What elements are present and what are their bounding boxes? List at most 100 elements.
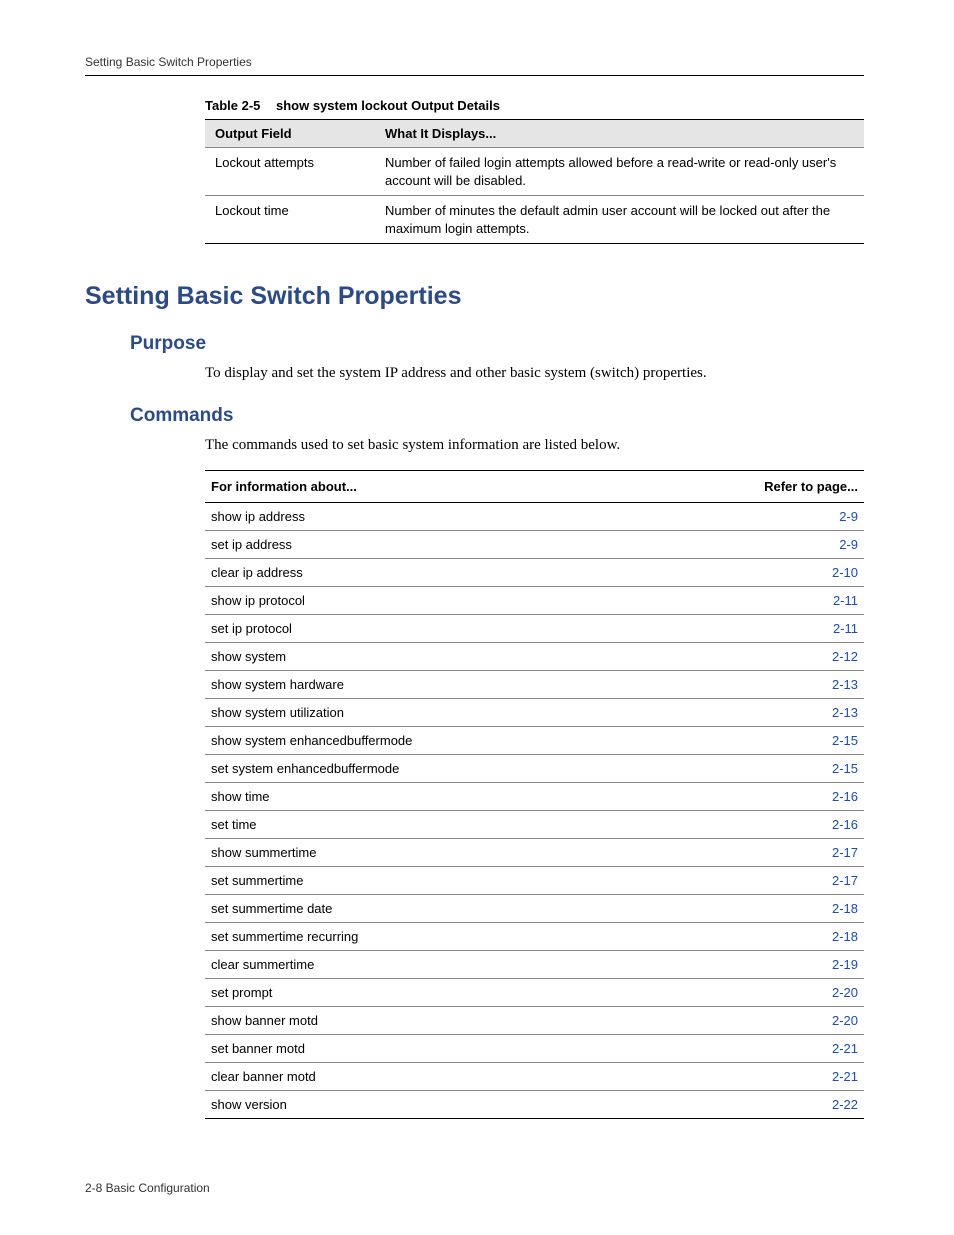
page-ref-cell: 2-17 xyxy=(732,866,864,894)
running-header: Setting Basic Switch Properties xyxy=(85,55,864,76)
col-displays: What It Displays... xyxy=(375,120,864,148)
command-name-cell: set banner motd xyxy=(205,1034,732,1062)
page-ref-link[interactable]: 2-21 xyxy=(832,1041,858,1056)
page-ref-link[interactable]: 2-13 xyxy=(832,677,858,692)
output-desc-cell: Number of minutes the default admin user… xyxy=(375,196,864,244)
page-ref-link[interactable]: 2-18 xyxy=(832,901,858,916)
table-row: set summertime2-17 xyxy=(205,866,864,894)
page-ref-link[interactable]: 2-20 xyxy=(832,985,858,1000)
command-name-cell: show system utilization xyxy=(205,698,732,726)
page-ref-cell: 2-19 xyxy=(732,950,864,978)
page-ref-cell: 2-21 xyxy=(732,1034,864,1062)
output-field-cell: Lockout time xyxy=(205,196,375,244)
page-ref-link[interactable]: 2-16 xyxy=(832,817,858,832)
page-ref-link[interactable]: 2-20 xyxy=(832,1013,858,1028)
page-footer: 2-8 Basic Configuration xyxy=(85,1181,210,1195)
page-ref-link[interactable]: 2-11 xyxy=(833,593,858,608)
page-ref-link[interactable]: 2-13 xyxy=(832,705,858,720)
table-row: show system hardware 2-13 xyxy=(205,670,864,698)
command-name-cell: set prompt xyxy=(205,978,732,1006)
page-ref-cell: 2-10 xyxy=(732,558,864,586)
table-row: set summertime recurring 2-18 xyxy=(205,922,864,950)
page-ref-cell: 2-13 xyxy=(732,698,864,726)
page-ref-link[interactable]: 2-12 xyxy=(832,649,858,664)
table-row: set summertime date2-18 xyxy=(205,894,864,922)
command-name-cell: show ip protocol xyxy=(205,586,732,614)
page-ref-link[interactable]: 2-11 xyxy=(833,621,858,636)
output-details-table: Output Field What It Displays... Lockout… xyxy=(205,119,864,244)
page-ref-link[interactable]: 2-17 xyxy=(832,845,858,860)
page-ref-cell: 2-18 xyxy=(732,894,864,922)
command-name-cell: set summertime recurring xyxy=(205,922,732,950)
table-row: clear ip address 2-10 xyxy=(205,558,864,586)
table-title: show system lockout Output Details xyxy=(276,98,500,113)
command-name-cell: show system xyxy=(205,642,732,670)
page-ref-link[interactable]: 2-19 xyxy=(832,957,858,972)
page-ref-cell: 2-16 xyxy=(732,782,864,810)
command-name-cell: clear ip address xyxy=(205,558,732,586)
table-row: show system enhancedbuffermode2-15 xyxy=(205,726,864,754)
commands-heading: Commands xyxy=(130,405,864,427)
table-row: show version 2-22 xyxy=(205,1090,864,1118)
col-refer-page: Refer to page... xyxy=(732,470,864,502)
page-ref-link[interactable]: 2-10 xyxy=(832,565,858,580)
page-ref-link[interactable]: 2-16 xyxy=(832,789,858,804)
command-name-cell: set system enhancedbuffermode xyxy=(205,754,732,782)
page-ref-link[interactable]: 2-15 xyxy=(832,761,858,776)
table-row: show ip protocol 2-11 xyxy=(205,586,864,614)
command-name-cell: show banner motd xyxy=(205,1006,732,1034)
page-ref-cell: 2-17 xyxy=(732,838,864,866)
page-ref-link[interactable]: 2-21 xyxy=(832,1069,858,1084)
table-caption: Table 2-5 show system lockout Output Det… xyxy=(85,98,864,113)
command-name-cell: clear banner motd xyxy=(205,1062,732,1090)
output-field-cell: Lockout attempts xyxy=(205,148,375,196)
page-ref-cell: 2-12 xyxy=(732,642,864,670)
page-ref-cell: 2-13 xyxy=(732,670,864,698)
purpose-heading: Purpose xyxy=(130,333,864,355)
page-ref-cell: 2-9 xyxy=(732,502,864,530)
page-ref-cell: 2-20 xyxy=(732,1006,864,1034)
page-ref-link[interactable]: 2-22 xyxy=(832,1097,858,1112)
page-ref-cell: 2-11 xyxy=(732,586,864,614)
command-name-cell: clear summertime xyxy=(205,950,732,978)
output-desc-cell: Number of failed login attempts allowed … xyxy=(375,148,864,196)
table-row: set banner motd 2-21 xyxy=(205,1034,864,1062)
table-row: show system utilization 2-13 xyxy=(205,698,864,726)
page-ref-link[interactable]: 2-18 xyxy=(832,929,858,944)
command-name-cell: show summertime xyxy=(205,838,732,866)
table-row: show summertime 2-17 xyxy=(205,838,864,866)
page-ref-link[interactable]: 2-15 xyxy=(832,733,858,748)
page-ref-cell: 2-20 xyxy=(732,978,864,1006)
table-row: Lockout timeNumber of minutes the defaul… xyxy=(205,196,864,244)
section-heading: Setting Basic Switch Properties xyxy=(85,282,864,311)
table-row: set system enhancedbuffermode 2-15 xyxy=(205,754,864,782)
command-name-cell: show version xyxy=(205,1090,732,1118)
table-row: set ip protocol 2-11 xyxy=(205,614,864,642)
command-name-cell: set ip protocol xyxy=(205,614,732,642)
table-row: set time 2-16 xyxy=(205,810,864,838)
page-ref-cell: 2-18 xyxy=(732,922,864,950)
command-name-cell: show time xyxy=(205,782,732,810)
col-info-about: For information about... xyxy=(205,470,732,502)
table-row: clear banner motd 2-21 xyxy=(205,1062,864,1090)
table-row: clear summertime 2-19 xyxy=(205,950,864,978)
table-row: show time 2-16 xyxy=(205,782,864,810)
page-ref-cell: 2-15 xyxy=(732,726,864,754)
col-output-field: Output Field xyxy=(205,120,375,148)
page-ref-cell: 2-11 xyxy=(732,614,864,642)
page-ref-cell: 2-9 xyxy=(732,530,864,558)
commands-text: The commands used to set basic system in… xyxy=(205,435,864,455)
page-ref-link[interactable]: 2-17 xyxy=(832,873,858,888)
commands-index-table: For information about... Refer to page..… xyxy=(205,470,864,1119)
page-ref-cell: 2-16 xyxy=(732,810,864,838)
table-row: show ip address2-9 xyxy=(205,502,864,530)
table-row: show system 2-12 xyxy=(205,642,864,670)
page-ref-cell: 2-21 xyxy=(732,1062,864,1090)
table-row: show banner motd 2-20 xyxy=(205,1006,864,1034)
command-name-cell: set time xyxy=(205,810,732,838)
command-name-cell: set ip address xyxy=(205,530,732,558)
command-name-cell: show system hardware xyxy=(205,670,732,698)
page-ref-link[interactable]: 2-9 xyxy=(839,509,858,524)
table-row: set prompt 2-20 xyxy=(205,978,864,1006)
page-ref-link[interactable]: 2-9 xyxy=(839,537,858,552)
